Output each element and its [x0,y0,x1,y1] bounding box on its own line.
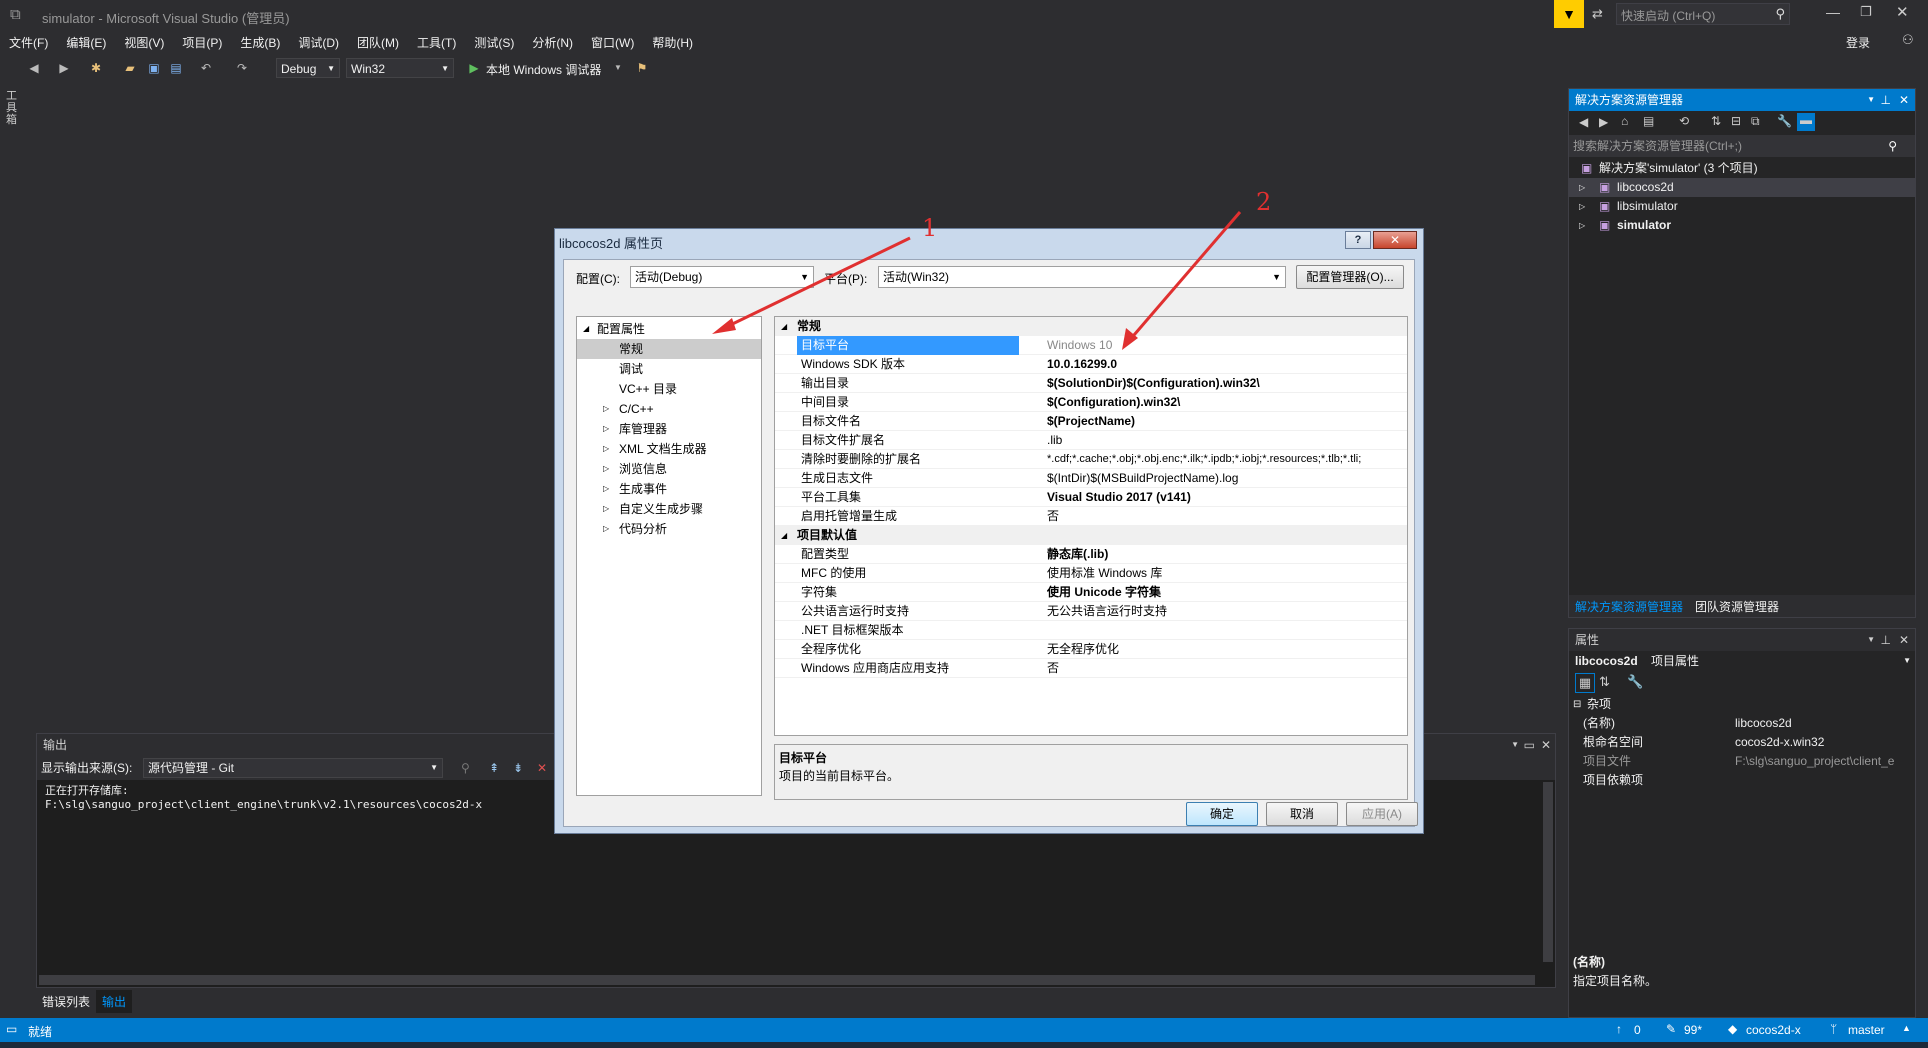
annotation-label-2: 2 [1256,188,1272,216]
annotation-layer [712,211,1242,350]
annotation-arrowhead-1 [712,318,736,334]
annotation-arrow-1 [719,236,911,332]
annotation-arrow-2 [1126,211,1242,343]
annotation-label-1: 1 [922,214,938,242]
